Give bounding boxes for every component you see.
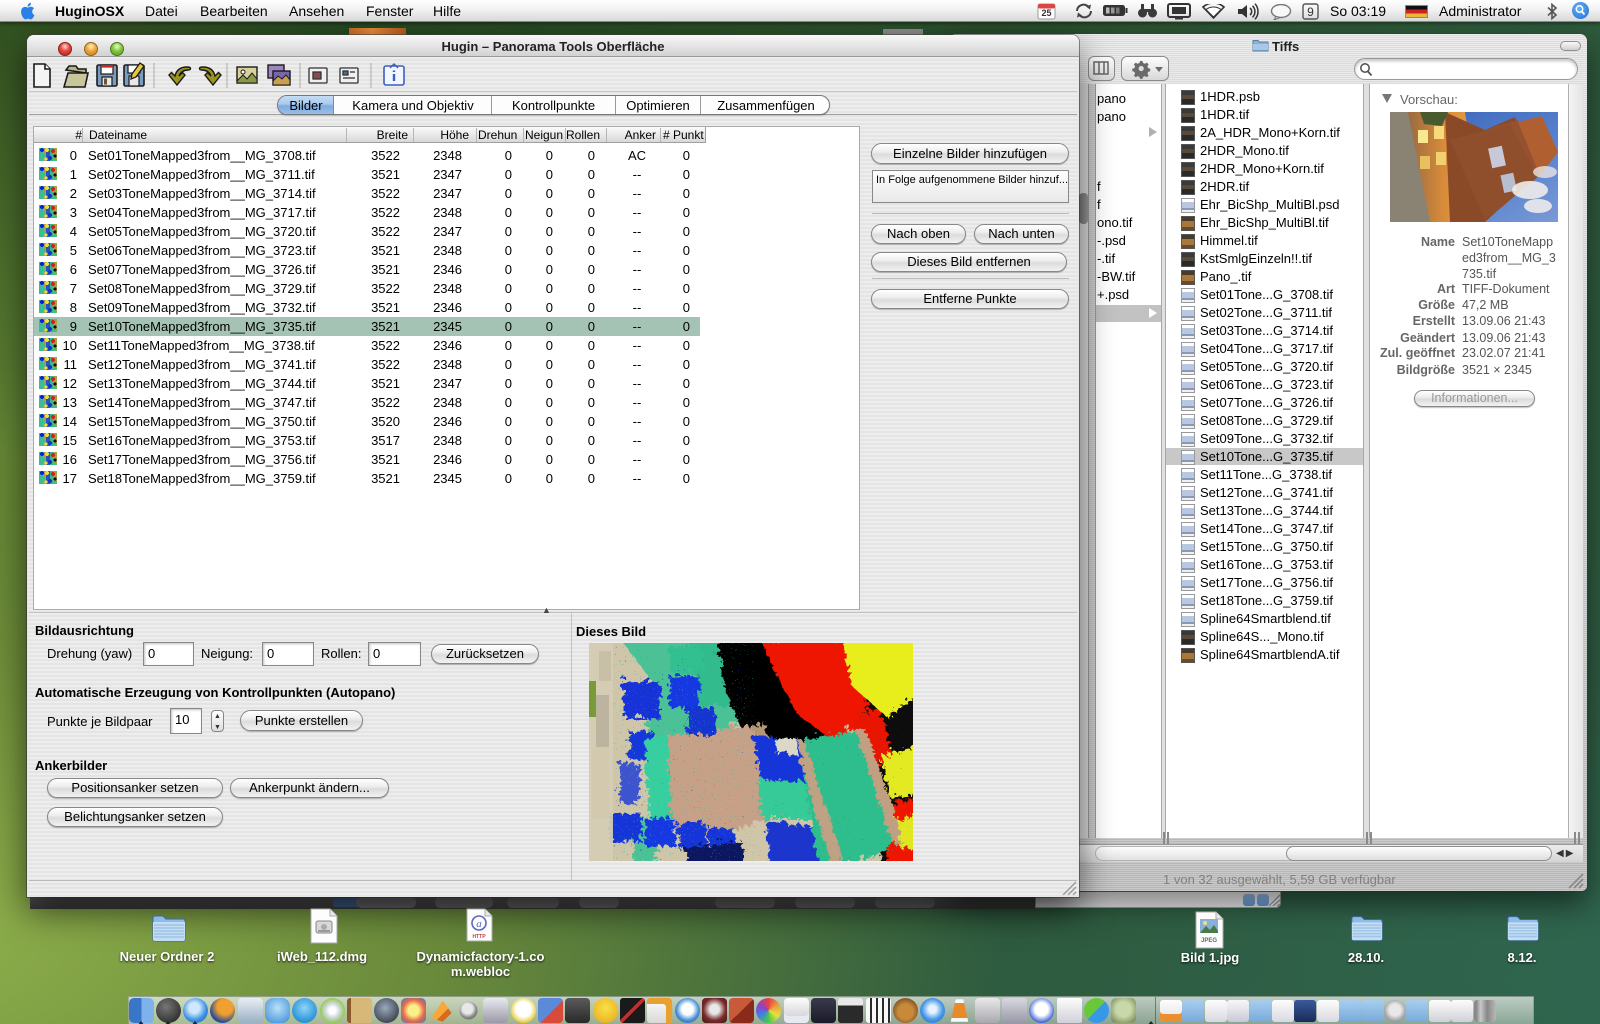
svg-text:a: a bbox=[476, 918, 482, 930]
svg-text:HTTP: HTTP bbox=[472, 934, 486, 940]
svg-text:JPEG: JPEG bbox=[1201, 938, 1217, 944]
svg-text:9: 9 bbox=[1307, 5, 1314, 19]
svg-text:25: 25 bbox=[1041, 8, 1051, 18]
